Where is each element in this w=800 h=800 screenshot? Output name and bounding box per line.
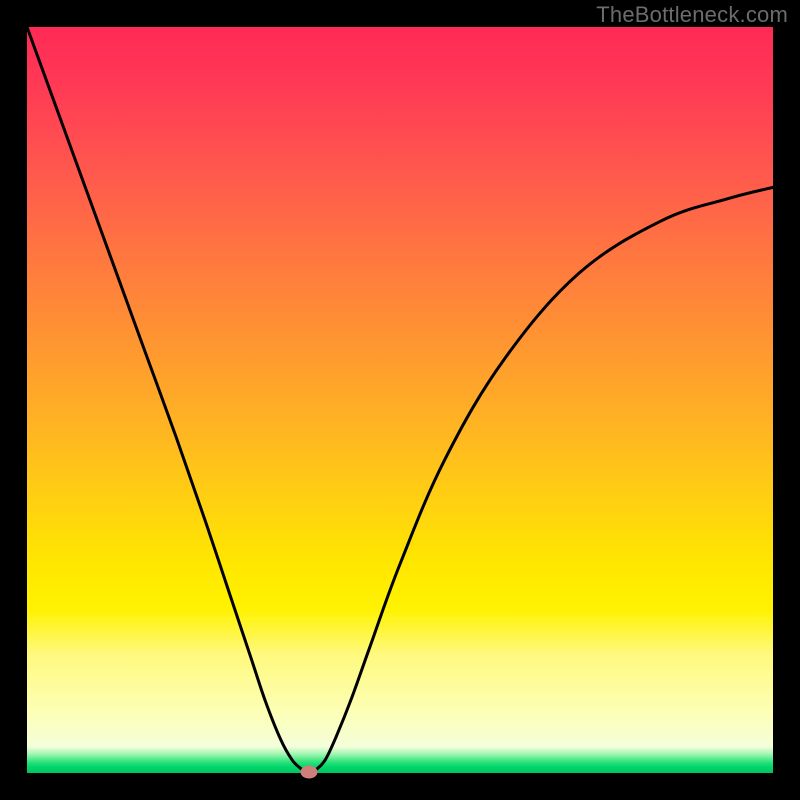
optimal-point-marker xyxy=(300,766,317,779)
chart-frame: TheBottleneck.com xyxy=(0,0,800,800)
watermark-text: TheBottleneck.com xyxy=(596,2,788,28)
plot-area xyxy=(27,27,773,773)
bottleneck-curve-path xyxy=(27,27,773,773)
curve-svg xyxy=(27,27,773,773)
